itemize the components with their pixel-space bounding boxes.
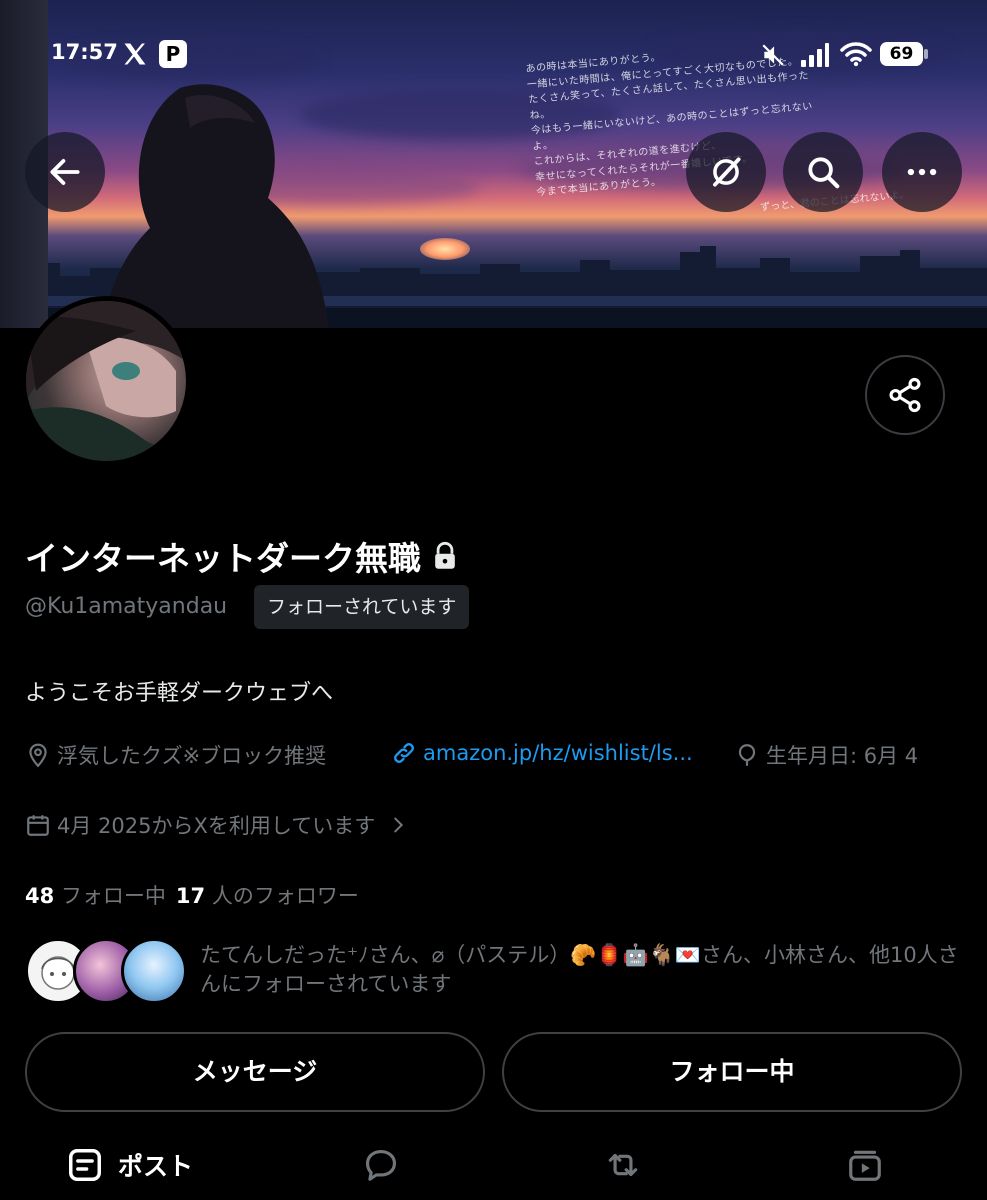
- chevron-right-icon: [394, 817, 404, 833]
- profile-avatar[interactable]: [21, 296, 191, 466]
- profile-bio: ようこそお手軽ダークウェブへ: [25, 681, 334, 706]
- grok-button[interactable]: [686, 132, 766, 212]
- lock-icon: [435, 541, 455, 569]
- followers-label: 人のフォロワー: [211, 884, 359, 908]
- wifi-icon: [840, 42, 872, 67]
- joined-item[interactable]: 4月 2025からXを利用しています: [25, 810, 409, 840]
- balloon-icon: [738, 744, 756, 766]
- search-button[interactable]: [783, 132, 863, 212]
- tab-replies[interactable]: [362, 1140, 400, 1190]
- profile-name-row: インターネットダーク無職: [25, 532, 459, 580]
- mutual-avatar: [121, 938, 187, 1004]
- posts-icon: [69, 1149, 101, 1181]
- avatar-art: [26, 301, 186, 461]
- follow-stats: 48 フォロー中 17 人のフォロワー: [25, 880, 359, 910]
- share-button[interactable]: [865, 355, 945, 435]
- battery-level: 69: [880, 42, 923, 66]
- birthday-text: 生年月日: 6月 4: [766, 744, 919, 768]
- tab-media[interactable]: [846, 1140, 884, 1190]
- location-icon: [29, 743, 47, 768]
- joined-text: 4月 2025からXを利用しています: [57, 814, 376, 838]
- search-icon: [808, 157, 840, 189]
- mutual-followers[interactable]: たてんしだった⁺ﾉさん、⌀（パステル）🥐🏮🤖🐐💌さん、小林さん、他10人さんにフ…: [25, 937, 965, 1007]
- girl-silhouette: [101, 84, 329, 328]
- tab-reposts[interactable]: [604, 1140, 642, 1190]
- mute-icon: [762, 44, 784, 66]
- location-text: 浮気したクズ※ブロック推奨: [57, 744, 327, 768]
- back-arrow-icon: [50, 159, 80, 185]
- tab-posts-label: ポスト: [118, 1152, 194, 1181]
- status-bar: 17:57 P 69: [0, 36, 987, 72]
- message-button[interactable]: メッセージ: [25, 1032, 485, 1112]
- more-icon: [907, 168, 937, 176]
- following-label: フォロー中: [60, 884, 166, 908]
- share-icon: [889, 377, 921, 413]
- profile-tabs: ポスト: [0, 1130, 987, 1200]
- repost-icon: [608, 1153, 638, 1177]
- back-button[interactable]: [25, 132, 105, 212]
- followers-count: 17: [175, 884, 206, 908]
- follows-you-badge: フォローされています: [254, 585, 470, 629]
- followers-stat[interactable]: 17 人のフォロワー: [176, 880, 359, 910]
- following-count: 48: [25, 884, 55, 908]
- mutual-followers-text: たてんしだった⁺ﾉさん、⌀（パステル）🥐🏮🤖🐐💌さん、小林さん、他10人さんにフ…: [200, 943, 959, 996]
- website-item[interactable]: amazon.jp/hz/wishlist/ls...: [391, 740, 693, 766]
- signal-icon: [801, 43, 829, 67]
- website-link[interactable]: amazon.jp/hz/wishlist/ls...: [423, 741, 693, 765]
- more-button[interactable]: [882, 132, 962, 212]
- calendar-icon: [27, 815, 49, 836]
- media-icon: [849, 1150, 881, 1181]
- status-time: 17:57: [51, 40, 118, 64]
- following-button[interactable]: フォロー中: [502, 1032, 962, 1112]
- grok-icon: [713, 157, 741, 187]
- paypay-icon: P: [159, 40, 187, 68]
- user-handle: @Ku1amatyandau: [25, 594, 228, 619]
- display-name: インターネットダーク無職: [25, 539, 421, 578]
- tab-posts[interactable]: ポスト: [66, 1140, 193, 1190]
- following-stat[interactable]: 48 フォロー中: [25, 880, 166, 910]
- link-icon: [394, 743, 414, 763]
- birthday-item: 生年月日: 6月 4: [734, 740, 918, 770]
- x-logo-icon: [124, 43, 146, 65]
- location-item: 浮気したクズ※ブロック推奨: [25, 740, 326, 770]
- battery-indicator: 69: [880, 42, 928, 66]
- replies-icon: [365, 1149, 397, 1181]
